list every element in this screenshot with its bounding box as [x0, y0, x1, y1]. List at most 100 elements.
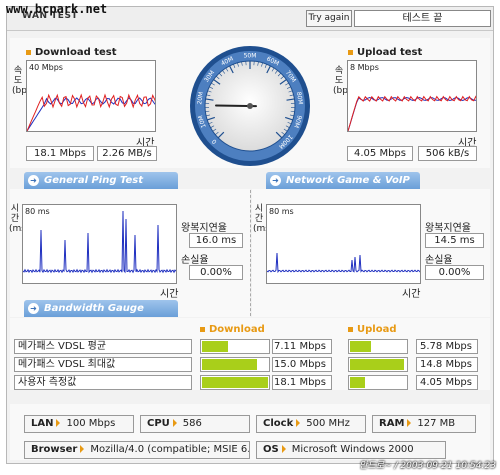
lan-value: 100 Mbps — [66, 418, 116, 429]
upload-bar-fill — [350, 341, 371, 352]
game-loss-label: 손실율 — [425, 255, 453, 266]
game-ylabel: 시간(ms) — [253, 204, 274, 234]
bandwidth-upload-header: Upload — [348, 324, 396, 335]
upload-kbs-value: 506 kB/s — [418, 146, 477, 161]
cpu-label: CPU — [147, 418, 170, 429]
browser-info: Browser Mozilla/4.0 (compatible; MSIE 6.0 — [24, 441, 250, 459]
upload-bar-fill — [350, 377, 365, 388]
game-rtt-value: 14.5 ms — [425, 233, 484, 248]
bullet-icon — [26, 49, 31, 55]
clock-info: Clock 500 MHz — [256, 415, 366, 433]
download-bar-fill — [202, 359, 257, 370]
download-bar-value: 18.1 Mbps — [272, 375, 332, 390]
cpu-value: 586 — [182, 418, 202, 429]
bandwidth-download-header-text: Download — [209, 324, 265, 335]
bandwidth-download-header: Download — [200, 324, 265, 335]
download-title: Download test — [26, 47, 117, 58]
watermark: www.bcpark.net — [6, 2, 108, 16]
upload-bar-value: 5.78 Mbps — [416, 339, 478, 354]
upload-scale: 8 Mbps — [350, 63, 379, 72]
game-rtt-label: 왕복지연율 — [425, 223, 471, 234]
lan-label: LAN — [31, 418, 54, 429]
bandwidth-gauge-band: ➜ Bandwidth Gauge — [24, 300, 178, 317]
game-voip-band: ➜Network Game & VoIP Test — [266, 172, 420, 203]
bullet-icon — [348, 326, 353, 332]
clock-label: Clock — [263, 418, 294, 429]
cpu-info: CPU 586 — [140, 415, 250, 433]
upload-series-red — [348, 95, 476, 131]
general-ping-band-label: General Ping Test — [44, 175, 144, 186]
clock-value: 500 MHz — [306, 418, 350, 429]
game-xlabel: 시간 — [402, 289, 421, 300]
lan-info: LAN 100 Mbps — [24, 415, 134, 433]
bandwidth-gauge-band-label: Bandwidth Gauge — [44, 303, 144, 314]
game-scale: 80 ms — [269, 207, 294, 216]
arrow-right-icon: ➜ — [28, 303, 39, 314]
upload-bar-track — [348, 375, 408, 390]
bandwidth-row-label: 메가패스 VDSL 최대값 — [14, 357, 192, 372]
browser-value: Mozilla/4.0 (compatible; MSIE 6.0 — [90, 444, 250, 455]
bandwidth-upload-header-text: Upload — [357, 324, 397, 335]
upload-bar-track — [348, 339, 408, 354]
bullet-icon — [348, 49, 353, 55]
bullet-icon — [200, 326, 205, 332]
ram-info: RAM 127 MB — [372, 415, 476, 433]
os-value: Microsoft Windows 2000 — [291, 444, 414, 455]
ping-series — [23, 210, 176, 274]
download-bar-value: 15.0 Mbps — [272, 357, 332, 372]
status-field: 테스트 끝 — [354, 10, 491, 27]
ping-xlabel: 시간 — [160, 289, 179, 300]
upload-bar-track — [348, 357, 408, 372]
footer-signature: 안드로~ / 2003-09-21 10:54:23 — [359, 461, 496, 471]
try-again-button[interactable]: Try again — [306, 10, 352, 27]
download-ylabel: 속도(bps) — [12, 66, 36, 96]
upload-graph: 8 Mbps — [347, 60, 477, 132]
browser-label: Browser — [31, 444, 78, 455]
game-chart — [267, 252, 420, 274]
upload-bar-value: 4.05 Mbps — [416, 375, 478, 390]
download-mbs-value: 2.26 MB/s — [97, 146, 157, 161]
download-series-red — [27, 93, 155, 131]
download-mbps-value: 18.1 Mbps — [26, 146, 94, 161]
game-graph: 80 ms — [266, 204, 421, 284]
ping-loss-value: 0.00% — [189, 265, 243, 280]
gauge-tick-label: 50M — [244, 53, 257, 60]
upload-title: Upload test — [348, 47, 422, 58]
ping-graph: 80 ms — [22, 204, 177, 284]
download-bar-track — [200, 357, 270, 372]
arrow-icon — [281, 445, 286, 453]
upload-series-blue — [348, 96, 476, 131]
upload-bar-fill — [350, 359, 404, 370]
download-graph: 40 Mbps — [26, 60, 156, 132]
bandwidth-row-label: 메가패스 VDSL 평균 — [14, 339, 192, 354]
arrow-icon — [172, 419, 177, 427]
ping-ylabel: 시간(ms) — [9, 204, 30, 234]
gauge-hub — [247, 103, 253, 109]
ping-scale: 80 ms — [25, 207, 50, 216]
ping-rtt-label: 왕복지연율 — [181, 223, 227, 234]
arrow-right-icon: ➜ — [28, 175, 39, 186]
general-ping-band: ➜ General Ping Test — [24, 172, 178, 189]
upload-ylabel: 속도(bps) — [333, 66, 357, 96]
game-loss-value: 0.00% — [425, 265, 484, 280]
download-bar-track — [200, 339, 270, 354]
download-bar-value: 7.11 Mbps — [272, 339, 332, 354]
ping-rtt-value: 16.0 ms — [189, 233, 243, 248]
ping-loss-label: 손실율 — [181, 255, 209, 266]
arrow-icon — [56, 419, 61, 427]
upload-mbps-value: 4.05 Mbps — [347, 146, 413, 161]
upload-bar-value: 14.8 Mbps — [416, 357, 478, 372]
os-info: OS Microsoft Windows 2000 — [256, 441, 446, 459]
ping-chart — [23, 210, 176, 274]
arrow-icon — [296, 419, 301, 427]
arrow-icon — [80, 445, 85, 453]
arrow-icon — [407, 419, 412, 427]
speed-gauge: 010M20M30M40M 50M 60M70M80M90M100M — [190, 46, 310, 166]
download-title-text: Download test — [35, 47, 117, 58]
os-label: OS — [263, 444, 279, 455]
download-scale: 40 Mbps — [29, 63, 63, 72]
download-bar-track — [200, 375, 270, 390]
upload-title-text: Upload test — [357, 47, 423, 58]
download-bar-fill — [202, 341, 228, 352]
arrow-right-icon: ➜ — [270, 175, 281, 186]
